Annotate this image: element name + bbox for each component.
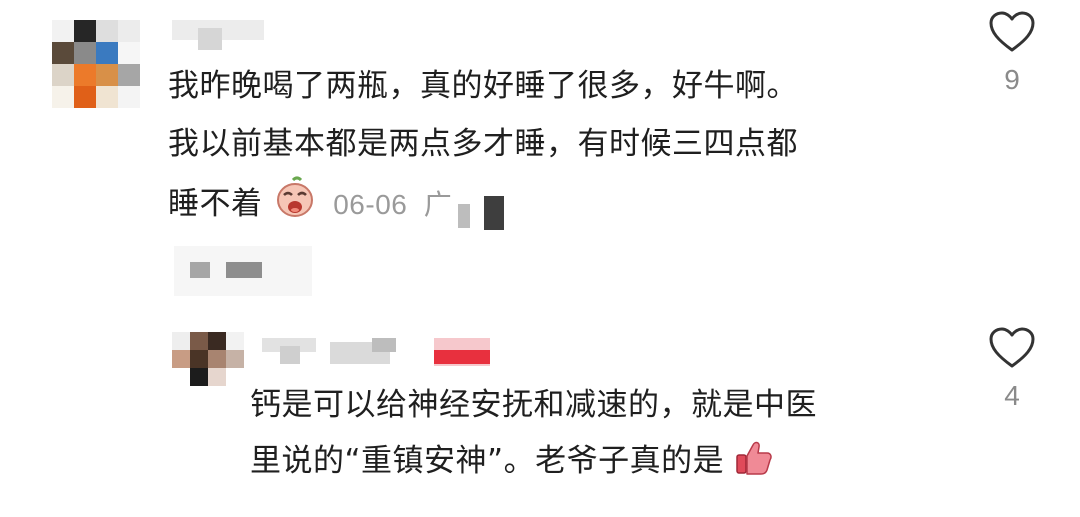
heart-outline-icon[interactable] (988, 10, 1036, 58)
thumbs-up-emoji-icon (734, 437, 774, 492)
crying-face-emoji-icon (273, 176, 317, 234)
like-count: 4 (1004, 380, 1020, 411)
comment-line: 我以前基本都是两点多才睡，有时候三四点都 (168, 126, 798, 162)
heart-outline-icon[interactable] (988, 326, 1036, 374)
comment-line: 我昨晚喝了两瓶，真的好睡了很多，好牛啊。 (168, 68, 798, 104)
like-count: 9 (1004, 64, 1020, 95)
like-button[interactable]: 9 (985, 10, 1039, 96)
avatar[interactable] (172, 332, 244, 386)
comment-line-last: 睡不着 06-06 广 (168, 176, 452, 234)
comment-line: 里说的“重镇安神”。老爷子真的是 (250, 443, 725, 479)
comment-date: 06-06 (333, 189, 408, 220)
location-blurred (484, 196, 504, 230)
comment-line-last: 里说的“重镇安神”。老爷子真的是 (250, 436, 774, 492)
comment-line: 睡不着 (168, 186, 263, 222)
comment-line: 钙是可以给神经安抚和减速的，就是中医 (250, 387, 817, 423)
like-button[interactable]: 4 (985, 326, 1039, 412)
location-blurred (458, 204, 470, 228)
avatar[interactable] (52, 20, 140, 108)
comment-location: 广 (423, 189, 453, 220)
